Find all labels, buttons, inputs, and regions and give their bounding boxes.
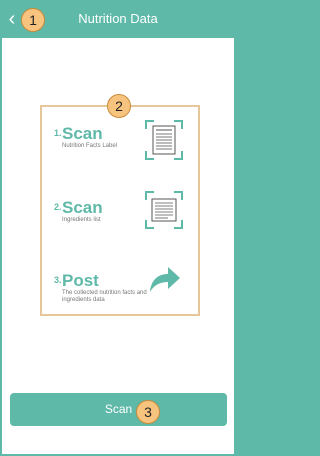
- marker-3: 3: [136, 400, 160, 424]
- scan-label-icon: [145, 120, 183, 160]
- step-number: 2.: [54, 202, 62, 212]
- scan-list-icon: [145, 191, 183, 229]
- instructions-card: 1. Scan Nutrition Facts Label 2. Scan In…: [40, 105, 200, 316]
- scan-button-label: Scan: [104, 402, 133, 416]
- marker-2: 2: [107, 94, 131, 118]
- marker-1: 1: [21, 8, 45, 32]
- step-subtitle: Ingredients list: [62, 217, 101, 223]
- step-subtitle: Nutrition Facts Label: [62, 143, 118, 149]
- step-number: 1.: [54, 128, 62, 138]
- step-title: Scan: [62, 198, 103, 217]
- scan-button[interactable]: Scan: [10, 393, 227, 426]
- step-title: Scan: [62, 124, 103, 143]
- step-subtitle: The collected nutrition facts and ingred…: [62, 290, 147, 303]
- step-number: 3.: [54, 275, 62, 285]
- step-title: Post: [62, 271, 99, 290]
- share-arrow-icon: [150, 267, 180, 292]
